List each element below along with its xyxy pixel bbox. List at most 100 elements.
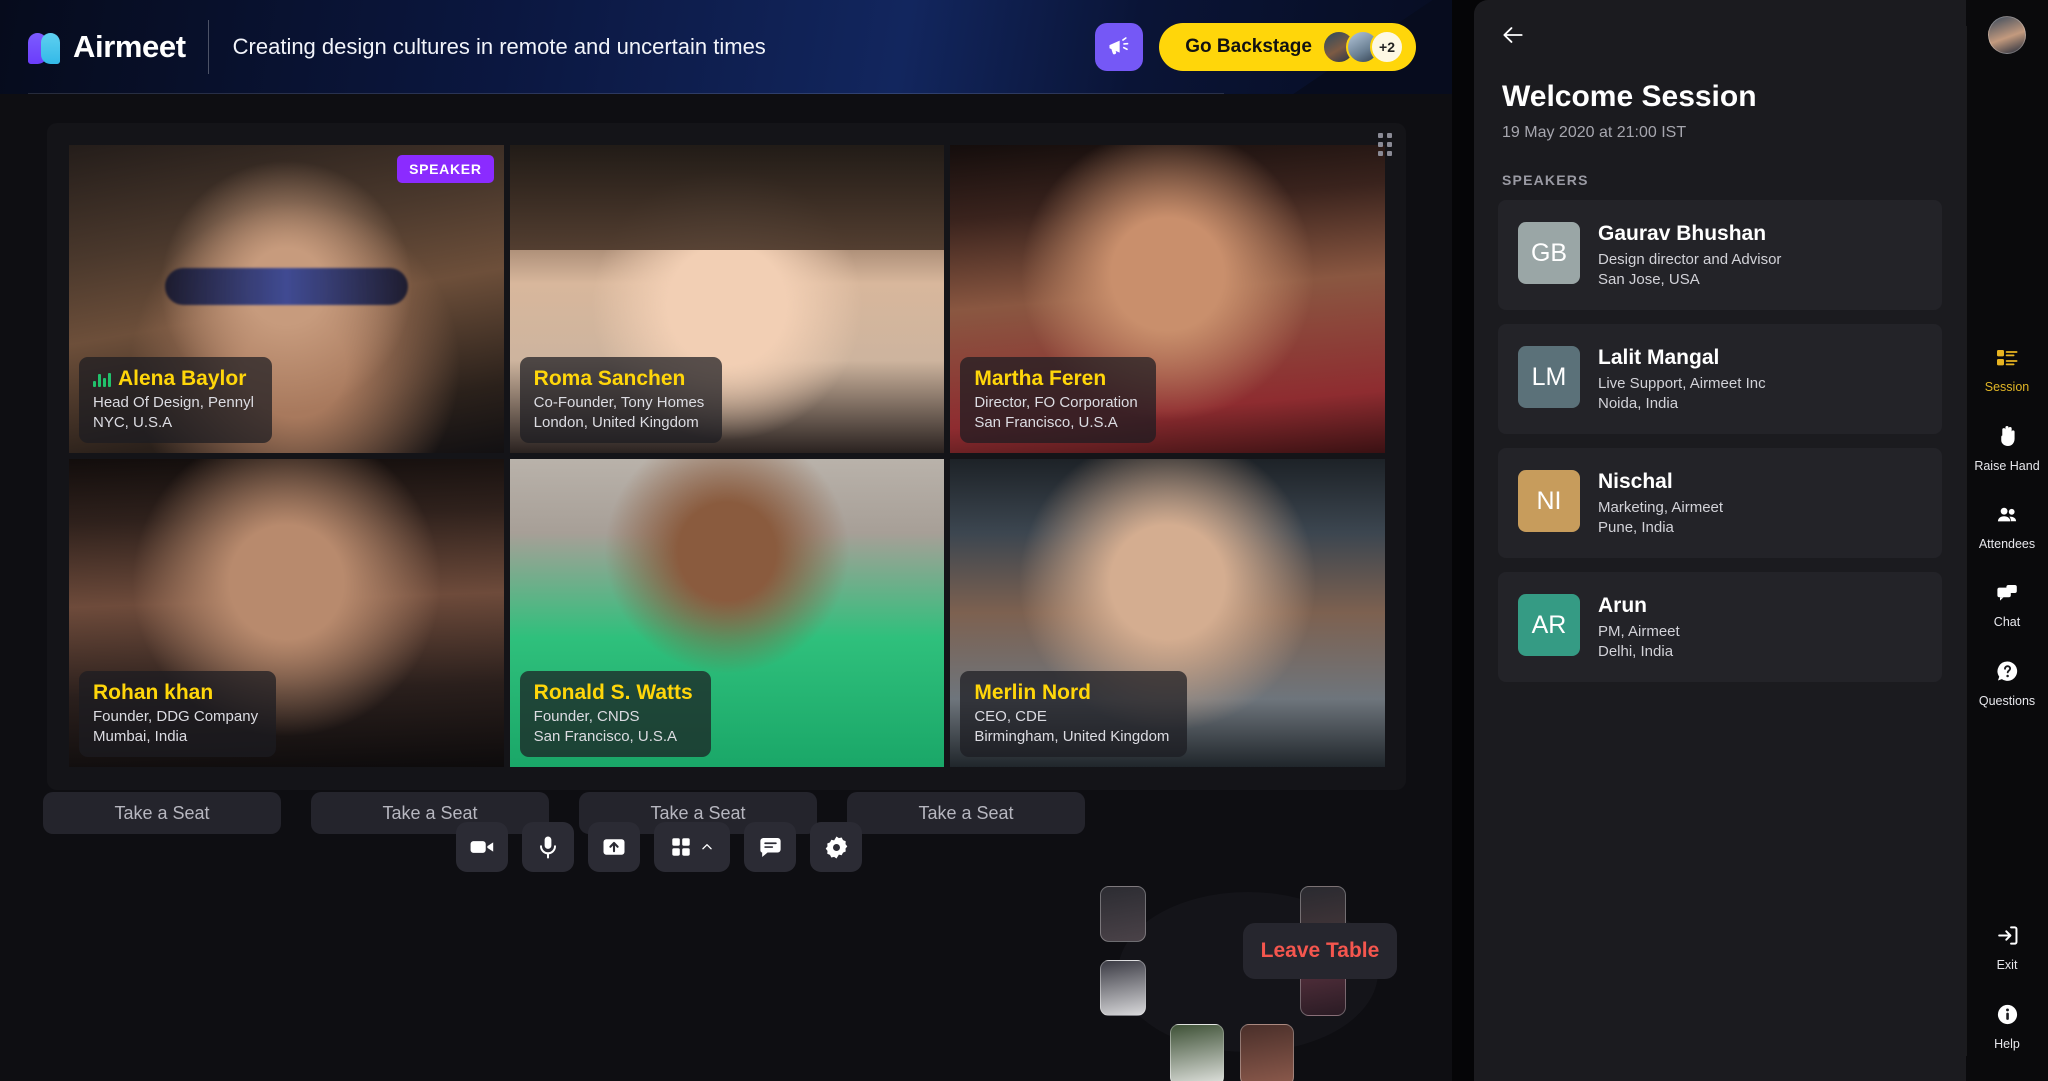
header-divider: [207, 20, 209, 74]
participant-name: Merlin Nord: [974, 681, 1091, 704]
share-screen-button[interactable]: [588, 822, 640, 872]
take-a-seat-button[interactable]: Take a Seat: [43, 792, 281, 834]
speaker-card[interactable]: LM Lalit Mangal Live Support, Airmeet Inc N…: [1498, 324, 1942, 434]
video-tile-grid: SPEAKER Alena Baylor Head Of Design, Penny…: [69, 145, 1385, 767]
camera-button[interactable]: [456, 822, 508, 872]
session-panel: Welcome Session 19 May 2020 at 21:00 IST…: [1474, 0, 1966, 1081]
chat-button[interactable]: [744, 822, 796, 872]
avatar-overflow-count: +2: [1370, 30, 1404, 64]
rail-item-label: Raise Hand: [1974, 459, 2040, 473]
rail-item-questions[interactable]: Questions: [1966, 659, 2048, 708]
back-button[interactable]: [1492, 14, 1534, 56]
speaker-location: Pune, India: [1598, 519, 1674, 536]
upload-screen-icon: [603, 839, 625, 855]
speaker-name: Lalit Mangal: [1598, 346, 1720, 369]
speaker-name: Nischal: [1598, 470, 1673, 493]
video-tile[interactable]: SPEAKER Alena Baylor Head Of Design, Penny…: [69, 145, 504, 453]
speaker-card[interactable]: NI Nischal Marketing, Airmeet Pune, India: [1498, 448, 1942, 558]
participant-role: Head Of Design, Pennyl: [93, 394, 254, 411]
question-mark-icon: [1995, 659, 2020, 687]
seat-occupant[interactable]: [1100, 886, 1146, 942]
participant-name-card: Martha Feren Director, FO Corporation San …: [960, 357, 1156, 443]
video-grid-panel: SPEAKER Alena Baylor Head Of Design, Penny…: [47, 123, 1406, 790]
audio-level-icon: [93, 372, 111, 387]
drag-handle-icon[interactable]: [1378, 133, 1392, 156]
participant-name: Rohan khan: [93, 681, 214, 704]
leave-table-button[interactable]: Leave Table: [1243, 923, 1397, 979]
participant-name-card: Merlin Nord CEO, CDE Birmingham, United Ki…: [960, 671, 1188, 757]
video-tile[interactable]: Rohan khan Founder, DDG Company Mumbai, In…: [69, 459, 504, 767]
rail-item-label: Help: [1994, 1037, 2020, 1051]
announcement-button[interactable]: [1095, 23, 1144, 71]
participant-role: CEO, CDE: [974, 708, 1047, 725]
gear-icon: [825, 835, 847, 859]
megaphone-icon: [1109, 37, 1129, 55]
participant-location: Birmingham, United Kingdom: [974, 728, 1170, 745]
go-backstage-label: Go Backstage: [1185, 36, 1312, 57]
participant-location: San Francisco, U.S.A: [974, 414, 1118, 431]
video-tile[interactable]: Roma Sanchen Co-Founder, Tony Homes London…: [509, 145, 945, 453]
airmeet-event-window: Airmeet Creating design cultures in remo…: [0, 0, 2048, 1081]
video-tile[interactable]: Ronald S. Watts Founder, CNDS San Francisc…: [509, 459, 945, 767]
rail-item-exit[interactable]: Exit: [1966, 923, 2048, 972]
rail-item-raise-hand[interactable]: Raise Hand: [1966, 424, 2048, 473]
participant-role: Founder, DDG Company: [93, 708, 259, 725]
seat-occupant[interactable]: [1240, 1024, 1294, 1081]
speaker-role: Marketing, Airmeet: [1598, 499, 1724, 516]
chat-icon: [1994, 581, 2020, 608]
speaker-role: Live Support, Airmeet Inc: [1598, 375, 1766, 392]
avatar: GB: [1518, 222, 1580, 284]
participant-name: Martha Feren: [974, 367, 1107, 390]
video-tile[interactable]: Martha Feren Director, FO Corporation San …: [950, 145, 1385, 453]
page-title: Welcome Session: [1502, 80, 1757, 113]
speaker-name: Gaurav Bhushan: [1598, 222, 1767, 245]
people-icon: [1994, 503, 2021, 530]
go-backstage-button[interactable]: Go Backstage +2: [1159, 23, 1416, 71]
rail-item-label: Attendees: [1978, 537, 2036, 551]
microphone-button[interactable]: [522, 822, 574, 872]
info-circle-icon: [1995, 1002, 2020, 1030]
app-header: Airmeet Creating design cultures in remo…: [0, 0, 1452, 94]
speaker-card[interactable]: AR Arun PM, Airmeet Delhi, India: [1498, 572, 1942, 682]
backstage-avatars: +2: [1322, 30, 1404, 64]
rail-item-attendees[interactable]: Attendees: [1966, 503, 2048, 551]
seat-occupant[interactable]: [1100, 960, 1146, 1016]
rail-item-label: Chat: [1993, 615, 2021, 629]
speaker-name: Arun: [1598, 594, 1647, 617]
participant-name-card: Roma Sanchen Co-Founder, Tony Homes London…: [519, 357, 723, 443]
speakers-list: GB Gaurav Bhushan Design director and Advi…: [1474, 188, 1966, 682]
back-arrow-icon: [1503, 27, 1523, 43]
rail-item-chat[interactable]: Chat: [1966, 581, 2048, 629]
avatar: AR: [1518, 594, 1580, 656]
rail-item-help[interactable]: Help: [1966, 1002, 2048, 1051]
brand-name: Airmeet: [73, 29, 186, 64]
event-title: Creating design cultures in remote and u…: [232, 34, 766, 59]
participant-name: Alena Baylor: [118, 367, 247, 390]
rail-item-label: Session: [1984, 380, 2030, 394]
avatar[interactable]: [1988, 16, 2026, 54]
speaker-role: PM, Airmeet: [1598, 623, 1680, 640]
status-badge: SPEAKER: [397, 155, 494, 183]
settings-button[interactable]: [810, 822, 862, 872]
participant-name-card: Ronald S. Watts Founder, CNDS San Francisc…: [519, 671, 711, 757]
raised-hand-icon: [1995, 424, 2020, 452]
participant-role: Co-Founder, Tony Homes: [533, 394, 705, 411]
participant-location: Mumbai, India: [93, 728, 188, 745]
video-camera-icon: [470, 841, 494, 853]
participant-name-card: Alena Baylor Head Of Design, Pennyl NYC, U…: [79, 357, 272, 443]
rail-item-session[interactable]: Session: [1966, 346, 2048, 394]
session-list-icon: [1994, 346, 2020, 373]
speakers-heading: SPEAKERS: [1502, 172, 1589, 188]
layout-button[interactable]: [654, 822, 730, 872]
action-rail: Session Raise Hand Attendees Chat Questions …: [1966, 0, 2048, 1081]
take-a-seat-button[interactable]: Take a Seat: [847, 792, 1085, 834]
media-control-bar: [456, 822, 862, 872]
participant-role: Founder, CNDS: [533, 708, 640, 725]
seat-occupant[interactable]: [1170, 1024, 1224, 1081]
microphone-icon: [540, 836, 556, 859]
video-tile[interactable]: Merlin Nord CEO, CDE Birmingham, United Ki…: [950, 459, 1385, 767]
participant-role: Director, FO Corporation: [974, 394, 1138, 411]
avatar: LM: [1518, 346, 1580, 408]
rail-item-label: Questions: [1978, 694, 2036, 708]
speaker-card[interactable]: GB Gaurav Bhushan Design director and Advi…: [1498, 200, 1942, 310]
